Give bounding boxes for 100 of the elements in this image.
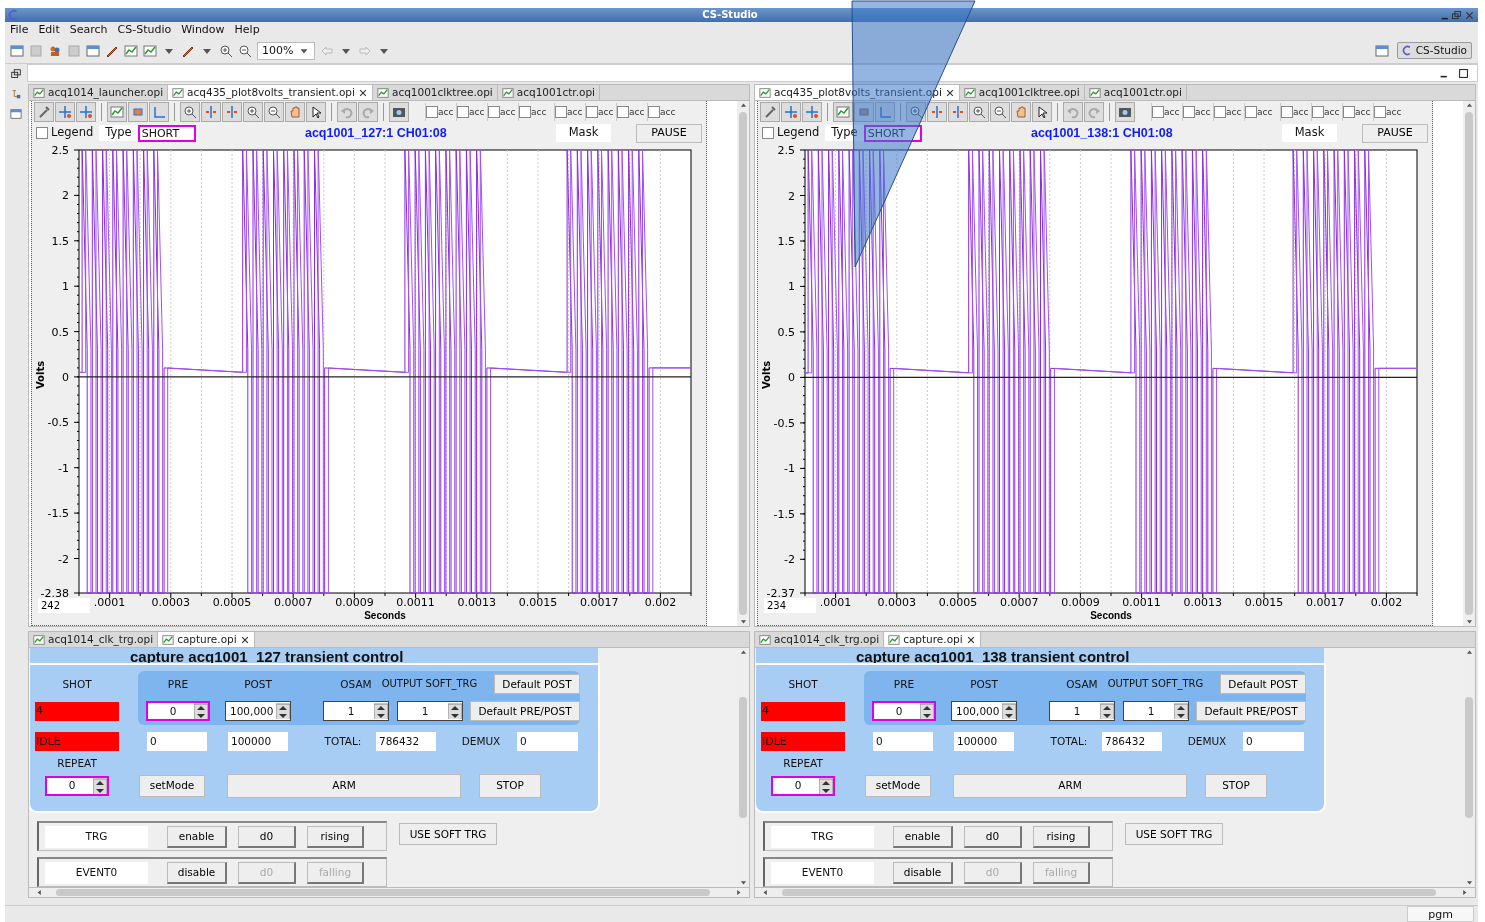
chart-icon[interactable]	[143, 43, 157, 58]
trigger-button[interactable]: d0	[238, 825, 296, 848]
scrollbar-thumb[interactable]	[782, 889, 1436, 896]
set-mode-button[interactable]: setMode	[139, 774, 205, 797]
default-post-button[interactable]: Default POST	[1220, 674, 1306, 694]
tree-icon[interactable]	[10, 88, 22, 100]
zoom-combo[interactable]: 100%	[257, 41, 315, 60]
editor-tab[interactable]: acq1001ctr.opi	[497, 85, 600, 100]
checkbox[interactable]	[488, 106, 500, 118]
legend-checkbox[interactable]	[36, 127, 48, 139]
pause-button[interactable]: PAUSE	[636, 123, 702, 143]
plot-tool-button[interactable]	[1115, 102, 1135, 122]
plot-tool-button[interactable]	[990, 102, 1010, 122]
menu-item[interactable]: Help	[234, 23, 260, 37]
soft-trg-spinner[interactable]: 1	[397, 701, 463, 721]
checkbox[interactable]	[1281, 106, 1293, 118]
menu-item[interactable]: Edit	[38, 23, 60, 37]
editor-tab[interactable]: acq1001ctr.opi	[1084, 85, 1187, 100]
window-icon[interactable]	[10, 108, 22, 120]
post-spinner[interactable]: 100,000	[225, 701, 291, 721]
menu-item[interactable]: Window	[181, 23, 225, 37]
trigger-button[interactable]: rising	[1033, 825, 1090, 848]
scrollbar-thumb[interactable]	[739, 112, 747, 615]
default-post-button[interactable]: Default POST	[494, 674, 580, 694]
trigger-button[interactable]: rising	[307, 825, 364, 848]
plot-tool-button[interactable]	[243, 102, 263, 122]
pre-spinner[interactable]: 0	[146, 701, 210, 721]
checkbox[interactable]	[648, 106, 660, 118]
editor-tab[interactable]: capture.opi	[884, 632, 981, 647]
plot-tool-button[interactable]	[969, 102, 989, 122]
osam-spinner[interactable]: 1	[1049, 701, 1115, 721]
legend-checkbox[interactable]	[762, 127, 774, 139]
window-icon[interactable]	[1374, 43, 1389, 58]
checkbox[interactable]	[1214, 106, 1226, 118]
use-soft-trg-button[interactable]: USE SOFT TRG	[399, 823, 497, 845]
set-mode-button[interactable]: setMode	[865, 774, 931, 797]
osam-spinner[interactable]: 1	[323, 701, 389, 721]
perspective-button[interactable]: CS-Studio	[1396, 42, 1472, 59]
plot-tool-button[interactable]	[264, 102, 284, 122]
maximize-icon[interactable]	[1458, 67, 1469, 79]
pause-button[interactable]: PAUSE	[1362, 123, 1428, 143]
restore-icon[interactable]	[10, 68, 22, 80]
pre-spinner[interactable]: 0	[872, 701, 936, 721]
default-prepost-button[interactable]: Default PRE/POST	[1196, 701, 1306, 721]
menu-item[interactable]: CS-Studio	[117, 23, 172, 37]
plot-tool-button[interactable]	[180, 102, 200, 122]
close-icon[interactable]	[357, 87, 368, 98]
editor-tab[interactable]: capture.opi	[158, 632, 255, 647]
scrollbar-thumb[interactable]	[739, 697, 747, 818]
checkbox[interactable]	[1374, 106, 1386, 118]
stop-button[interactable]: STOP	[479, 773, 541, 798]
restore-icon[interactable]	[1451, 9, 1462, 21]
editor-tab[interactable]: acq435_plot8volts_transient.opi	[168, 85, 373, 100]
type-field[interactable]: SHORT	[863, 124, 922, 142]
default-prepost-button[interactable]: Default PRE/POST	[470, 701, 580, 721]
checkbox[interactable]	[519, 106, 531, 118]
checkbox[interactable]	[1312, 106, 1324, 118]
checkbox[interactable]	[1183, 106, 1195, 118]
repeat-spinner[interactable]: 0	[45, 775, 109, 796]
close-icon[interactable]	[944, 87, 955, 98]
plot-tool-button[interactable]	[1032, 102, 1052, 122]
checkbox[interactable]	[555, 106, 567, 118]
post-spinner[interactable]: 100,000	[951, 701, 1017, 721]
editor-tab[interactable]: acq1014_clk_trg.opi	[29, 632, 159, 647]
checkbox[interactable]	[586, 106, 598, 118]
checkbox[interactable]	[1152, 106, 1164, 118]
soft-trg-spinner[interactable]: 1	[1123, 701, 1189, 721]
editor-tab[interactable]: acq1014_clk_trg.opi	[755, 632, 885, 647]
close-icon[interactable]	[239, 634, 250, 645]
menu-item[interactable]: File	[10, 23, 29, 37]
checkbox[interactable]	[1245, 106, 1257, 118]
repeat-spinner[interactable]: 0	[771, 775, 835, 796]
stop-button[interactable]: STOP	[1205, 773, 1267, 798]
editor-tab[interactable]: acq1001clktree.opi	[959, 85, 1085, 100]
zoom-out-icon[interactable]	[238, 43, 252, 58]
arm-button[interactable]: ARM	[227, 773, 461, 798]
checkbox[interactable]	[617, 106, 629, 118]
scrollbar-thumb[interactable]	[56, 889, 710, 896]
editor-tab[interactable]: acq1014_launcher.opi	[29, 85, 169, 100]
trigger-button[interactable]: enable	[893, 825, 953, 848]
checkbox[interactable]	[1343, 106, 1355, 118]
chart-icon[interactable]	[124, 43, 138, 58]
close-icon[interactable]	[965, 634, 976, 645]
checkbox[interactable]	[457, 106, 469, 118]
arm-button[interactable]: ARM	[953, 773, 1187, 798]
use-soft-trg-button[interactable]: USE SOFT TRG	[1125, 823, 1223, 845]
type-field[interactable]: SHORT	[137, 124, 196, 142]
scrollbar-thumb[interactable]	[1465, 697, 1473, 818]
window-icon[interactable]	[86, 43, 100, 58]
window-icon[interactable]	[10, 43, 24, 58]
trigger-button[interactable]: enable	[167, 825, 227, 848]
editor-tab[interactable]: acq1001clktree.opi	[372, 85, 498, 100]
zoom-in-icon[interactable]	[219, 43, 233, 58]
trigger-button[interactable]: d0	[964, 825, 1022, 848]
plot-tool-button[interactable]	[306, 102, 326, 122]
trigger-button[interactable]: disable	[167, 861, 227, 884]
plot-tool-button[interactable]	[389, 102, 409, 122]
scrollbar-thumb[interactable]	[1465, 112, 1473, 615]
menu-item[interactable]: Search	[69, 23, 108, 37]
trigger-button[interactable]: disable	[893, 861, 953, 884]
